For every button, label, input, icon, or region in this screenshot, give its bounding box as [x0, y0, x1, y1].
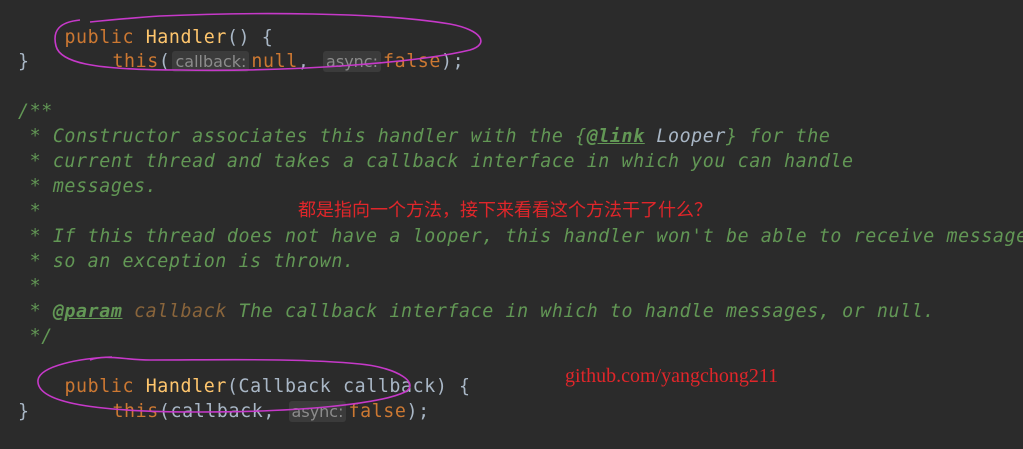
chinese-annotation: 都是指向一个方法，接下来看看这个方法干了什么？	[298, 200, 712, 221]
ink-circle-this-call-1	[54, 12, 482, 72]
watermark-url: github.com/yangchong211	[565, 365, 779, 387]
ink-circle-this-call-2	[37, 356, 411, 413]
